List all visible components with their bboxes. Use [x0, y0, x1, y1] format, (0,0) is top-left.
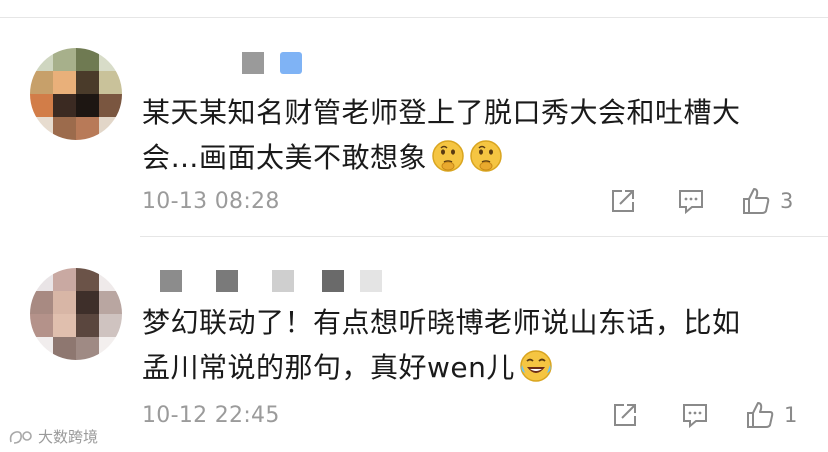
like-count: 3 — [780, 189, 794, 213]
blurred-block — [322, 270, 344, 292]
share-icon — [612, 190, 634, 212]
avatar[interactable] — [30, 268, 122, 360]
top-divider — [0, 0, 828, 18]
comment-text-line: 孟川常说的那句，真好wen儿 — [142, 351, 515, 384]
comment-text-line: 某天某知名财管老师登上了脱口秀大会和吐槽大 — [142, 96, 741, 129]
blurred-block — [360, 270, 382, 292]
laughing-tears-emoji — [519, 349, 553, 396]
comment-icon — [679, 190, 703, 215]
blurred-block — [280, 52, 302, 74]
username-blurred[interactable] — [160, 270, 382, 292]
like-button[interactable]: 1 — [744, 398, 797, 432]
blurred-block — [160, 270, 182, 292]
like-count: 1 — [784, 403, 798, 427]
thumbs-up-icon — [743, 188, 770, 214]
comment-divider — [140, 236, 828, 237]
share-button[interactable] — [610, 398, 640, 432]
reply-button[interactable] — [676, 184, 706, 218]
blurred-block — [272, 270, 294, 292]
blurred-block — [216, 270, 238, 292]
comment-text-line: 梦幻联动了！有点想听晓博老师说山东话，比如 — [142, 306, 741, 339]
comment-item: 梦幻联动了！有点想听晓博老师说山东话，比如 孟川常说的那句，真好wen儿 10-… — [0, 236, 828, 452]
comment-text-line: 会…画面太美不敢想象 — [142, 141, 428, 174]
comment-item: 某天某知名财管老师登上了脱口秀大会和吐槽大 会…画面太美不敢想象 10-13 0… — [0, 18, 828, 236]
watermark-logo-icon — [9, 430, 32, 444]
watermark: 大数跨境 — [8, 426, 98, 447]
comment-text: 梦幻联动了！有点想听晓博老师说山东话，比如 孟川常说的那句，真好wen儿 — [142, 300, 802, 396]
like-button[interactable]: 3 — [740, 184, 793, 218]
share-icon — [614, 404, 636, 426]
comment-timestamp: 10-13 08:28 — [142, 189, 280, 214]
avatar[interactable] — [30, 48, 122, 140]
thumbs-up-icon — [747, 402, 774, 428]
comment-icon — [683, 404, 707, 429]
reply-button[interactable] — [680, 398, 710, 432]
comment-actions: 3 — [600, 184, 820, 218]
thinking-face-emoji — [469, 139, 503, 186]
comment-text: 某天某知名财管老师登上了脱口秀大会和吐槽大 会…画面太美不敢想象 — [142, 90, 802, 186]
comment-timestamp: 10-12 22:45 — [142, 403, 280, 428]
blurred-block — [242, 52, 264, 74]
comment-actions: 1 — [600, 398, 820, 432]
username-blurred[interactable] — [160, 52, 302, 74]
watermark-text: 大数跨境 — [38, 428, 99, 446]
share-button[interactable] — [608, 184, 638, 218]
thinking-face-emoji — [431, 139, 465, 186]
